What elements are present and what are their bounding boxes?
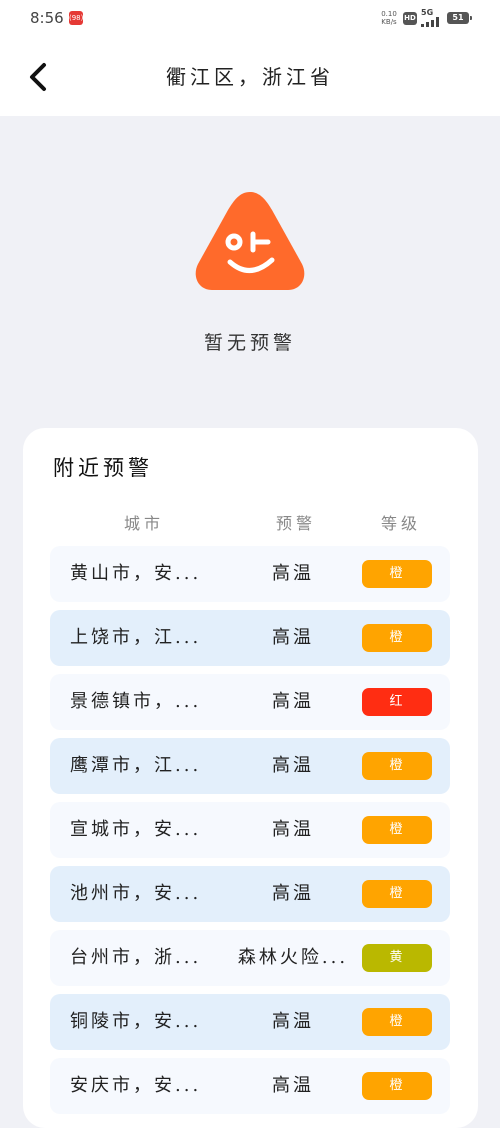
no-warning-message: 暂无预警 [203,332,296,354]
warning-type: 高温 [272,627,314,648]
page-title: 衢江区，浙江省 [166,65,334,89]
warning-type: 森林火险... [237,947,349,968]
warning-type: 高温 [272,1011,314,1032]
warning-row[interactable]: 景德镇市，... 高温 红 [50,674,450,730]
warning-row[interactable]: 黄山市，安... 高温 橙 [50,546,450,602]
warning-row[interactable]: 铜陵市，安... 高温 橙 [50,994,450,1050]
warning-city: 黄山市，安... [70,563,202,584]
warning-row[interactable]: 鹰潭市，江... 高温 橙 [50,738,450,794]
warning-row[interactable]: 宣城市，安... 高温 橙 [50,802,450,858]
warning-city: 铜陵市，安... [70,1011,202,1032]
network-speed-value: 0.10 [381,10,397,18]
warning-city: 安庆市，安... [70,1075,202,1096]
warning-city: 宣城市，安... [70,819,202,840]
warning-level-badge: 黄 [362,944,432,972]
notification-badge-icon: (98) [69,11,83,25]
warning-type: 高温 [272,691,314,712]
column-header-city: 城市 [123,514,164,533]
signal-icon [421,17,439,27]
warning-city: 池州市，安... [70,883,202,904]
nearby-warnings-title: 附近预警 [53,456,153,480]
chevron-left-icon[interactable] [24,60,52,94]
warning-city: 景德镇市，... [70,691,202,712]
network-speed: 0.10 KB/s [378,10,400,26]
warning-row[interactable]: 安庆市，安... 高温 橙 [50,1058,450,1114]
header: 衢江区，浙江省 [0,38,500,116]
warning-type: 高温 [272,883,314,904]
warning-city: 上饶市，江... [70,627,202,648]
warning-level-badge: 橙 [362,1008,432,1036]
hd-icon: HD [403,12,417,25]
warning-level-badge: 橙 [362,816,432,844]
network-speed-unit: KB/s [381,18,397,26]
warning-type: 高温 [272,563,314,584]
warning-level-badge: 红 [362,688,432,716]
warning-row[interactable]: 池州市，安... 高温 橙 [50,866,450,922]
warning-level-badge: 橙 [362,880,432,908]
nearby-warnings-card: 附近预警 城市 预警 等级 黄山市，安... 高温 橙 上饶市，江... 高温 … [23,428,478,1128]
status-time: 8:56 [30,9,64,27]
warning-type: 高温 [272,755,314,776]
warning-type: 高温 [272,1075,314,1096]
warning-level-badge: 橙 [362,752,432,780]
status-bar: 8:56 (98) 0.10 KB/s HD 5G 51 [0,0,500,38]
column-header-alert: 预警 [275,514,316,533]
battery-icon: 51 [447,12,472,24]
warning-row[interactable]: 台州市，浙... 森林火险... 黄 [50,930,450,986]
warning-level-badge: 橙 [362,560,432,588]
warning-level-badge: 橙 [362,624,432,652]
warning-level-badge: 橙 [362,1072,432,1100]
warning-city: 鹰潭市，江... [70,755,202,776]
column-header-level: 等级 [380,514,421,533]
warning-city: 台州市，浙... [70,947,202,968]
warning-row[interactable]: 上饶市，江... 高温 橙 [50,610,450,666]
warning-type: 高温 [272,819,314,840]
smiling-triangle-icon [195,192,305,290]
network-type-label: 5G [421,8,434,17]
